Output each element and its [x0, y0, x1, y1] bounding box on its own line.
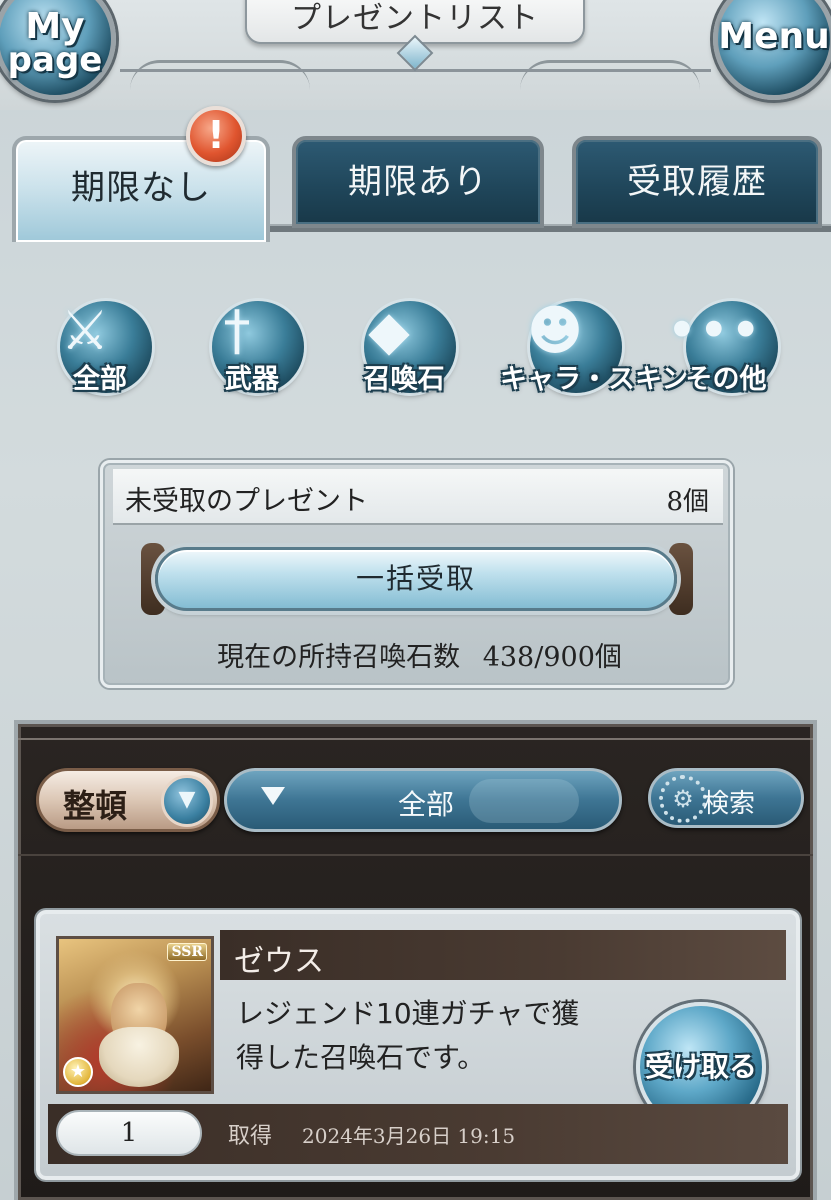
bulk-receive-button[interactable]: 一括受取	[155, 547, 677, 611]
acquired-label: 取得	[228, 1124, 273, 1149]
present-name-bar: ゼウス	[220, 930, 786, 980]
tab-history-label: 受取履歴	[627, 162, 767, 202]
category-summon-label: 召喚石	[363, 364, 445, 395]
category-character-label: キャラ・スキン	[500, 364, 689, 395]
present-footer: 1 取得 2024年3月26日 19:15	[48, 1104, 788, 1164]
mypage-label-line2: page	[7, 40, 103, 80]
category-weapon-label: 武器	[225, 364, 279, 395]
filter-dropdown[interactable]: 全部	[224, 768, 622, 832]
category-weapon-button[interactable]: † 武器	[182, 285, 322, 405]
category-other-button[interactable]: ••• その他	[656, 285, 796, 405]
summon-stone-label: 現在の所持召喚石数	[217, 642, 461, 673]
tab-bar: 期限なし 期限あり 受取履歴 !	[0, 106, 831, 248]
category-summon-button[interactable]: ◆ 召喚石	[334, 285, 474, 405]
search-label: 検索	[703, 789, 756, 819]
chevron-down-icon: ▼	[161, 775, 213, 827]
present-description: レジェンド10連ガチャで獲 得した召喚石です。	[236, 992, 626, 1080]
present-quantity: 1	[56, 1110, 202, 1156]
panel-top-ornament	[18, 724, 813, 740]
panel-divider	[18, 854, 813, 856]
category-all-label: 全部	[73, 364, 127, 395]
acquired-date: 2024年3月26日 19:15	[302, 1124, 516, 1148]
present-description-line1: レジェンド10連ガチャで獲	[236, 997, 580, 1030]
header-bar: プレゼントリスト My page Menu	[0, 0, 831, 110]
star-icon: ★	[63, 1057, 93, 1087]
menu-button[interactable]: Menu	[713, 0, 831, 100]
summon-thumbnail: SSR ★	[56, 936, 214, 1094]
present-name: ゼウス	[234, 944, 324, 979]
present-list-panel: 整頓 ▼ 全部 ⚙ 検索 ゼウス SSR ★ レジェンド10連ガチャで獲 得した…	[14, 720, 817, 1200]
unclaimed-title: 未受取のプレゼント	[125, 486, 368, 517]
tab-with-expiry-label: 期限あり	[348, 162, 488, 202]
present-item-card: ゼウス SSR ★ レジェンド10連ガチャで獲 得した召喚石です。 受け取る 1…	[36, 910, 800, 1180]
search-button[interactable]: ⚙ 検索	[648, 768, 804, 828]
summon-stone-count: 現在の所持召喚石数 438/900個	[103, 635, 736, 674]
category-all-button[interactable]: ⚔ 全部	[30, 285, 170, 405]
category-other-label: その他	[685, 364, 767, 395]
gear-icon: ⚙	[659, 775, 707, 823]
tab-with-expiry[interactable]: 期限あり	[292, 136, 544, 228]
sort-button[interactable]: 整頓 ▼	[36, 768, 220, 832]
thumbnail-beard	[99, 1027, 179, 1087]
unclaimed-count: 8個	[666, 487, 709, 517]
alert-icon: !	[186, 106, 246, 166]
category-character-button[interactable]: ☻ キャラ・スキン	[500, 285, 689, 405]
unclaimed-summary-box: 未受取のプレゼント 8個 一括受取 現在の所持召喚石数 438/900個	[100, 460, 733, 688]
filter-dropdown-value: 全部	[397, 788, 454, 821]
mypage-button[interactable]: My page	[0, 0, 116, 100]
present-description-line2: 得した召喚石です。	[236, 1041, 486, 1074]
tab-history[interactable]: 受取履歴	[572, 136, 822, 228]
rarity-badge: SSR	[167, 943, 207, 961]
unclaimed-header: 未受取のプレゼント 8個	[113, 469, 723, 525]
sort-label: 整頓	[63, 787, 128, 825]
menu-label: Menu	[718, 16, 830, 57]
summon-stone-value: 438/900個	[482, 642, 622, 673]
bulk-receive-label: 一括受取	[355, 562, 476, 595]
category-filter-row: ⚔ 全部 † 武器 ◆ 召喚石 ☻ キャラ・スキン ••• その他	[0, 285, 831, 415]
